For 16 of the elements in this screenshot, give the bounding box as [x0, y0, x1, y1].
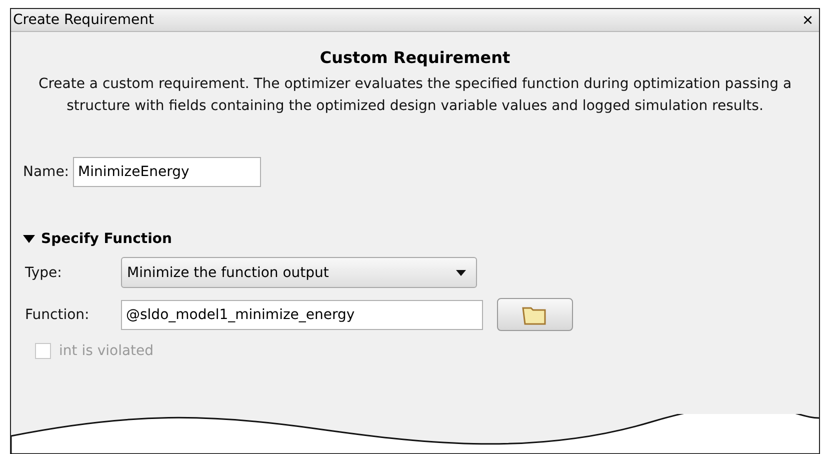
function-label: Function: [25, 306, 90, 322]
folder-icon [522, 304, 548, 324]
browse-button[interactable] [497, 298, 573, 331]
dropdown-arrow-icon [456, 270, 466, 276]
section-toggle[interactable]: Specify Function [23, 231, 172, 247]
dialog-heading: Custom Requirement [318, 48, 512, 67]
type-label: Type: [25, 264, 63, 280]
function-field[interactable]: @sldo_model1_minimize_energy [121, 300, 483, 330]
caret-down-icon [23, 234, 35, 244]
checkbox-label: int is violated [59, 343, 154, 359]
window-title: Create Requirement [13, 12, 154, 28]
name-field[interactable]: MinimizeEnergy [73, 157, 262, 187]
type-dropdown[interactable]: Minimize the function output [121, 257, 477, 288]
close-button[interactable]: × [800, 11, 815, 29]
name-label: Name: [23, 164, 70, 180]
description-text: Create a custom requirement. The optimizer evaluates the specified function during optimization passing a structure with fields containing the optimized design variable values and logged simulation results. [37, 75, 793, 116]
